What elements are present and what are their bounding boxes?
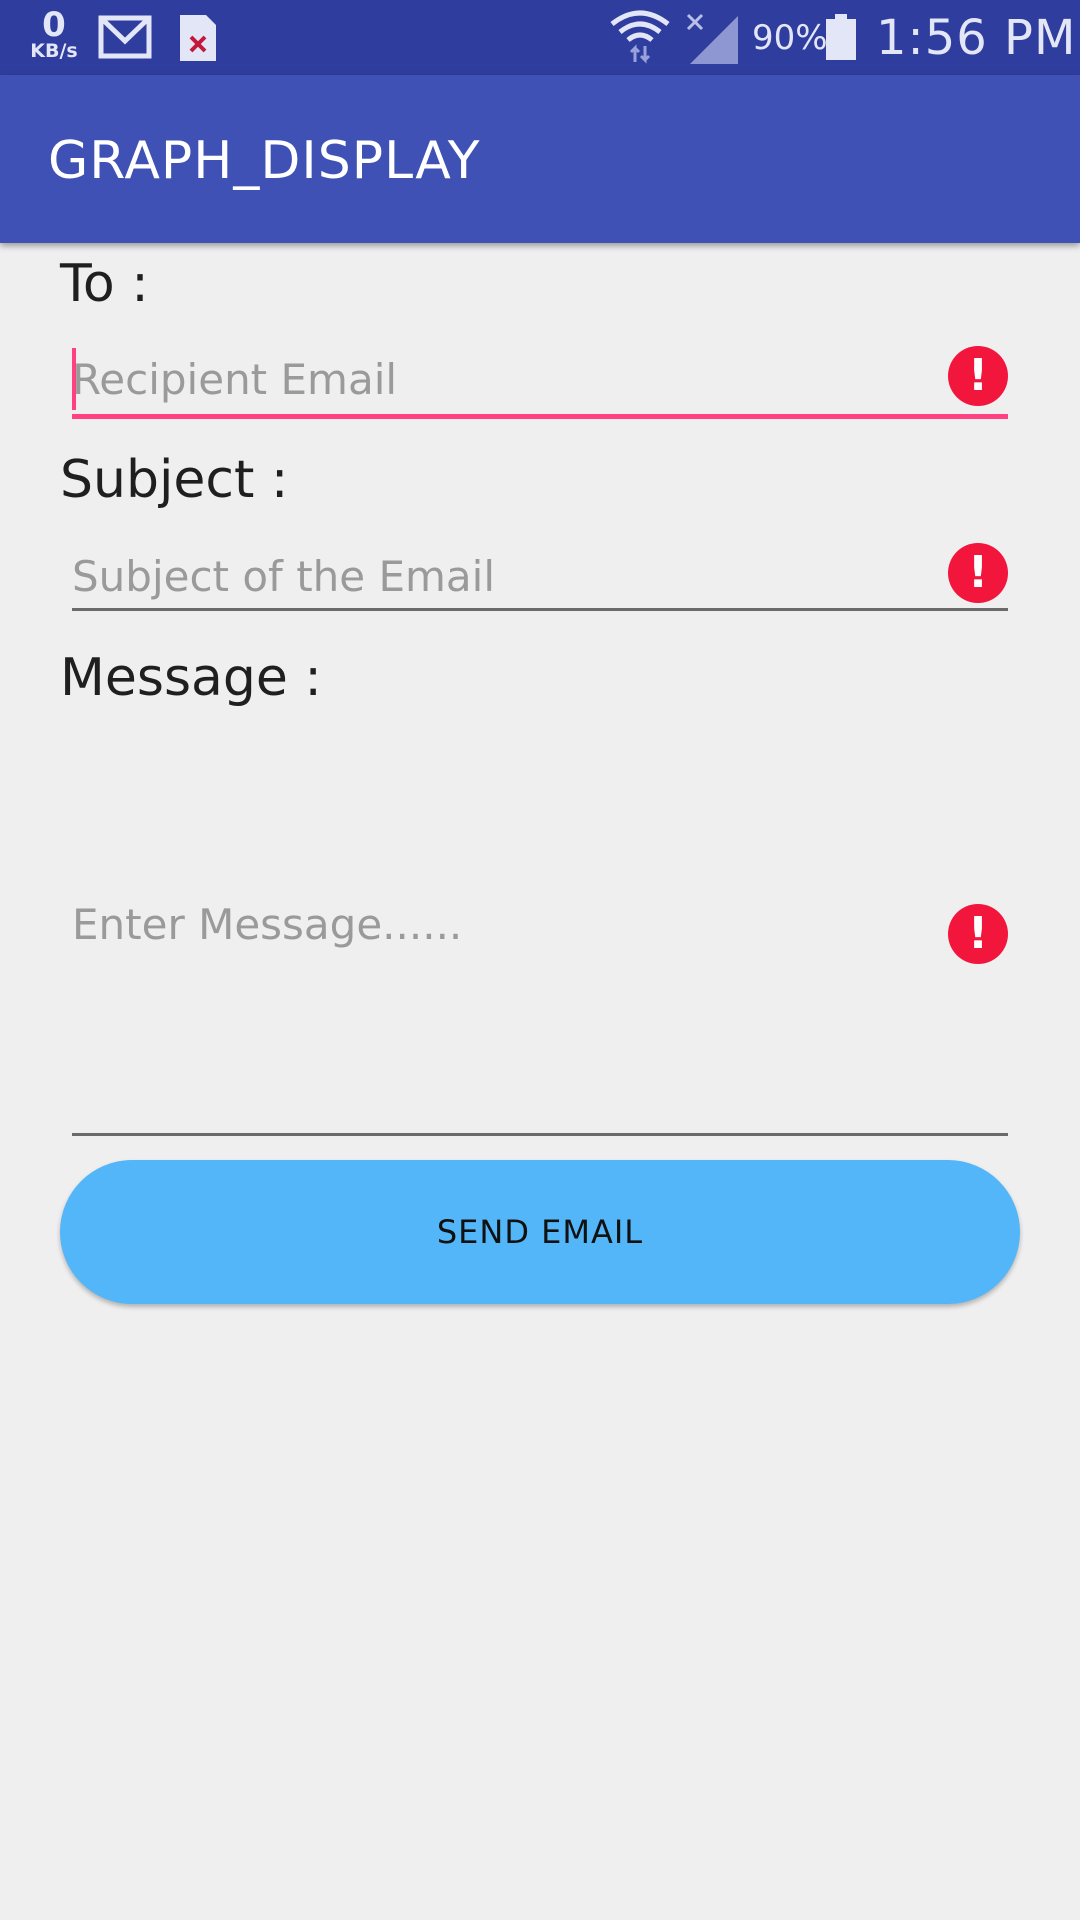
recipient-error-icon[interactable]: ! <box>948 346 1008 406</box>
network-speed-unit: KB/s <box>30 40 78 62</box>
to-label: To : <box>60 254 149 314</box>
subject-underline <box>72 608 1008 611</box>
cell-signal-icon <box>686 13 738 64</box>
gmail-icon <box>98 15 152 59</box>
app-bar: GRAPH_DISPLAY <box>0 75 1080 243</box>
message-field: ! <box>72 730 1008 1138</box>
clock: 1:56 PM <box>876 10 1077 66</box>
recipient-email-underline <box>72 414 1008 419</box>
subject-field: ! <box>72 543 1008 613</box>
message-textarea[interactable] <box>72 900 932 1130</box>
network-speed-indicator: 0 KB/s <box>26 8 82 61</box>
message-label: Message : <box>60 648 322 708</box>
send-email-button[interactable]: SEND EMAIL <box>60 1160 1020 1304</box>
subject-label: Subject : <box>60 450 289 510</box>
message-error-icon[interactable]: ! <box>948 904 1008 964</box>
subject-error-icon[interactable]: ! <box>948 543 1008 603</box>
recipient-email-field: ! <box>72 346 1008 420</box>
subject-input[interactable] <box>72 543 932 609</box>
recipient-email-input[interactable] <box>72 346 932 412</box>
message-underline <box>72 1133 1008 1136</box>
status-bar: 0 KB/s 90% 1:56 PM <box>0 0 1080 75</box>
wifi-icon <box>610 10 670 64</box>
sim-error-icon <box>180 15 216 61</box>
app-title: GRAPH_DISPLAY <box>48 131 481 191</box>
battery-percentage: 90% <box>752 18 828 58</box>
network-speed-value: 0 <box>42 5 66 45</box>
battery-icon <box>826 14 856 60</box>
